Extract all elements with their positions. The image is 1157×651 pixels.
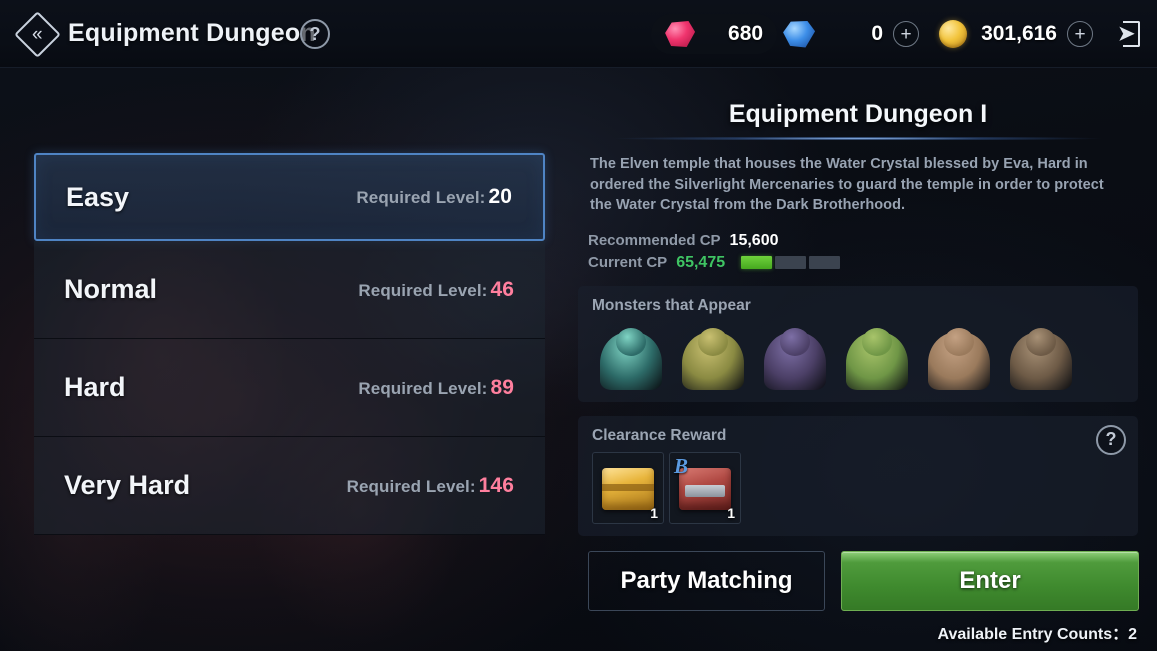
difficulty-row-very-hard[interactable]: Very Hard Required Level: 146 (34, 437, 545, 535)
currency-ruby[interactable]: 680 (651, 14, 778, 54)
difficulty-name: Easy (66, 181, 130, 212)
cp-block: Recommended CP 15,600 Current CP 65,475 (588, 232, 1138, 272)
available-entry-counts: Available Entry Counts：2 (937, 626, 1137, 643)
required-level-value: 46 (490, 277, 514, 301)
gold-value: 301,616 (981, 22, 1057, 45)
ruby-gem-icon (665, 21, 696, 47)
reward-quantity: 1 (727, 504, 735, 521)
twin-brute-monster[interactable] (920, 322, 998, 390)
difficulty-row-easy[interactable]: Easy Required Level: 20 (34, 153, 545, 241)
cp-segment (775, 256, 807, 270)
title-divider (578, 137, 1138, 140)
dungeon-title: Equipment Dungeon I (728, 100, 988, 128)
difficulty-row-hard[interactable]: Hard Required Level: 89 (34, 339, 545, 437)
required-level-value: 146 (478, 473, 514, 497)
red-chest-reward[interactable]: B1 (669, 451, 741, 524)
recommended-cp-value: 15,600 (729, 231, 779, 249)
back-button[interactable]: « (13, 10, 61, 58)
chevron-left-double-icon: « (13, 10, 61, 58)
blue-diamond-icon (783, 21, 816, 48)
difficulty-list: Easy Required Level: 20 Normal Required Leve… (34, 153, 545, 535)
required-level-label: Required Level: (358, 280, 488, 300)
dungeon-detail-panel: Equipment Dungeon I The Elven temple tha… (578, 100, 1138, 536)
diamond-add-button[interactable]: + (893, 21, 920, 47)
yellow-beast-monster[interactable] (674, 322, 752, 390)
purple-mage-monster[interactable] (756, 322, 834, 390)
current-cp-label: Current CP (588, 254, 668, 272)
gold-coin-icon (939, 20, 968, 48)
recommended-cp-label: Recommended CP (588, 232, 721, 250)
required-level-value: 20 (488, 185, 512, 208)
party-matching-button[interactable]: Party Matching (588, 551, 825, 611)
reward-grade-letter: B (674, 453, 689, 478)
difficulty-row-normal[interactable]: Normal Required Level: 46 (34, 241, 545, 339)
current-cp-row: Current CP 65,475 (588, 254, 1138, 272)
difficulty-name: Hard (64, 372, 126, 402)
reward-list: 1B1 (592, 451, 1124, 524)
diamond-value: 0 (871, 22, 884, 45)
difficulty-requirement: Required Level: 20 (356, 185, 512, 209)
green-siren-monster[interactable] (838, 322, 916, 390)
required-level-label: Required Level: (356, 188, 486, 207)
page-title: Equipment Dungeon (68, 19, 316, 47)
currency-bar: 680 0 + 301,616 + ➤ (651, 10, 1151, 58)
cp-progress-bar (741, 256, 841, 270)
required-level-label: Required Level: (358, 378, 488, 398)
monster-list (592, 322, 1124, 390)
dungeon-description: The Elven temple that houses the Water C… (590, 156, 1104, 214)
cp-segment (741, 256, 773, 270)
difficulty-name: Very Hard (64, 470, 191, 500)
difficulty-requirement: Required Level: 146 (347, 474, 514, 498)
top-bar: « Equipment Dungeon ? 680 0 + 301,616 + (0, 0, 1157, 68)
enter-button[interactable]: Enter (841, 551, 1139, 611)
required-level-value: 89 (490, 375, 514, 399)
reward-panel: Clearance Reward ? 1B1 (578, 415, 1138, 536)
recommended-cp-row: Recommended CP 15,600 (588, 232, 1138, 250)
difficulty-requirement: Required Level: 46 (358, 278, 514, 302)
monsters-panel: Monsters that Appear (578, 285, 1138, 402)
exit-door-icon[interactable]: ➤ (1111, 14, 1151, 54)
currency-gold[interactable]: 301,616 + (931, 14, 1105, 54)
monsters-heading: Monsters that Appear (592, 296, 751, 314)
help-icon[interactable]: ? (300, 19, 330, 49)
gold-chest-icon (602, 468, 654, 511)
reward-quantity: 1 (650, 504, 658, 521)
gold-chest-reward[interactable]: 1 (592, 451, 664, 524)
required-level-label: Required Level: (346, 476, 476, 496)
teal-serpent-monster[interactable] (592, 322, 670, 390)
cp-segment (809, 256, 841, 270)
current-cp-value: 65,475 (676, 253, 726, 271)
horned-ogre-monster[interactable] (1002, 322, 1080, 390)
currency-diamond[interactable]: 0 + (777, 14, 931, 54)
gold-add-button[interactable]: + (1067, 21, 1093, 47)
difficulty-name: Normal (64, 274, 158, 304)
action-buttons: Party Matching Enter (588, 551, 1139, 611)
equipment-dungeon-screen: « Equipment Dungeon ? 680 0 + 301,616 + (0, 0, 1157, 651)
difficulty-requirement: Required Level: 89 (358, 376, 514, 400)
ruby-value: 680 (728, 22, 764, 45)
reward-help-icon[interactable]: ? (1096, 424, 1126, 455)
reward-heading: Clearance Reward (592, 426, 727, 444)
